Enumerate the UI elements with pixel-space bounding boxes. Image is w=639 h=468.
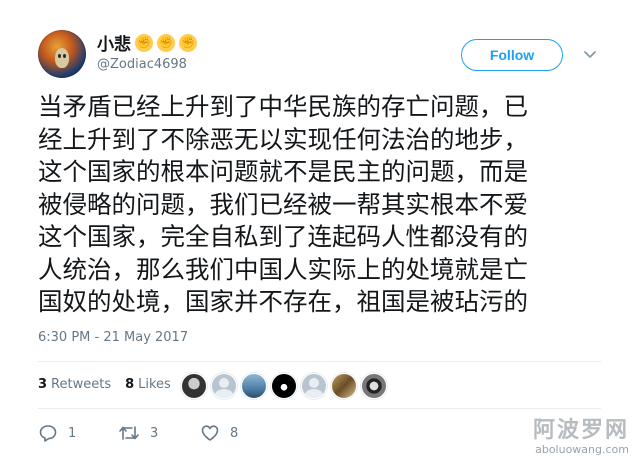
liker-avatar[interactable] (331, 373, 357, 399)
tweet-text-line: 人统治，那么我们中国人实际上的处境就是亡 (38, 254, 528, 284)
raised-fist-emoji: ✊ (179, 33, 197, 52)
chevron-down-icon[interactable] (583, 47, 597, 61)
like-button[interactable]: 8 (200, 423, 260, 443)
retweet-icon (119, 426, 139, 440)
liker-avatars (181, 373, 387, 399)
follow-button[interactable]: Follow (461, 39, 563, 71)
tweet-text-line: 当矛盾已经上升到了中华民族的存亡问题，已 (38, 92, 528, 121)
site-watermark: 阿波罗网 aboluowang.com (532, 418, 629, 456)
divider (38, 408, 601, 409)
tweet-text-line: 这个国家的根本问题就不是民主的问题，而是 (38, 157, 528, 186)
tweet-text-line: 经上升到了不除恶无以实现任何法治的地步， (38, 124, 528, 154)
tweet-text-line: 被侵略的问题，我们已经被一帮其实根本不爱 (38, 189, 528, 219)
liker-avatar[interactable] (211, 373, 237, 399)
name-row: 小悲 ✊ ✊ ✊ (97, 30, 197, 55)
raised-fist-emoji: ✊ (135, 33, 153, 52)
retweet-count: 3 (150, 425, 159, 441)
tweet-stats: 3 Retweets 8 Likes (38, 377, 185, 392)
retweets-stat[interactable]: 3 Retweets (38, 377, 111, 392)
avatar-image (55, 48, 69, 68)
likes-stat[interactable]: 8 Likes (125, 377, 171, 392)
retweets-count: 3 (38, 377, 48, 392)
liker-avatar[interactable] (241, 373, 267, 399)
user-avatar[interactable] (38, 30, 86, 78)
display-name[interactable]: 小悲 (97, 30, 131, 55)
like-count: 8 (230, 425, 239, 441)
retweet-button[interactable]: 3 (118, 423, 200, 443)
tweet-text-line: 国奴的处境，国家并不存在，祖国是被玷污的 (38, 287, 528, 316)
liker-avatar[interactable] (181, 373, 207, 399)
reply-icon (39, 425, 57, 442)
tweet-actions: 1 3 8 (38, 423, 260, 443)
tweet-card: 小悲 ✊ ✊ ✊ @Zodiac4698 Follow 当矛盾已经上升到了中华民… (0, 0, 639, 468)
user-handle[interactable]: @Zodiac4698 (97, 57, 187, 72)
divider (38, 361, 601, 362)
tweet-text-line: 这个国家，完全自私到了连起码人性都没有的 (38, 222, 528, 251)
retweets-label: Retweets (51, 377, 112, 392)
reply-button[interactable]: 1 (38, 423, 118, 443)
raised-fist-emoji: ✊ (157, 33, 175, 52)
heart-icon (201, 425, 219, 441)
liker-avatar[interactable] (271, 373, 297, 399)
likes-label: Likes (138, 377, 171, 392)
liker-avatar[interactable] (361, 373, 387, 399)
watermark-title: 阿波罗网 (532, 418, 629, 443)
tweet-text: 当矛盾已经上升到了中华民族的存亡问题，已 经上升到了不除恶无以实现任何法治的地步… (38, 91, 618, 319)
watermark-url: aboluowang.com (535, 443, 629, 456)
likes-count: 8 (125, 377, 135, 392)
tweet-timestamp[interactable]: 6:30 PM - 21 May 2017 (38, 330, 188, 345)
liker-avatar[interactable] (301, 373, 327, 399)
reply-count: 1 (68, 425, 77, 441)
